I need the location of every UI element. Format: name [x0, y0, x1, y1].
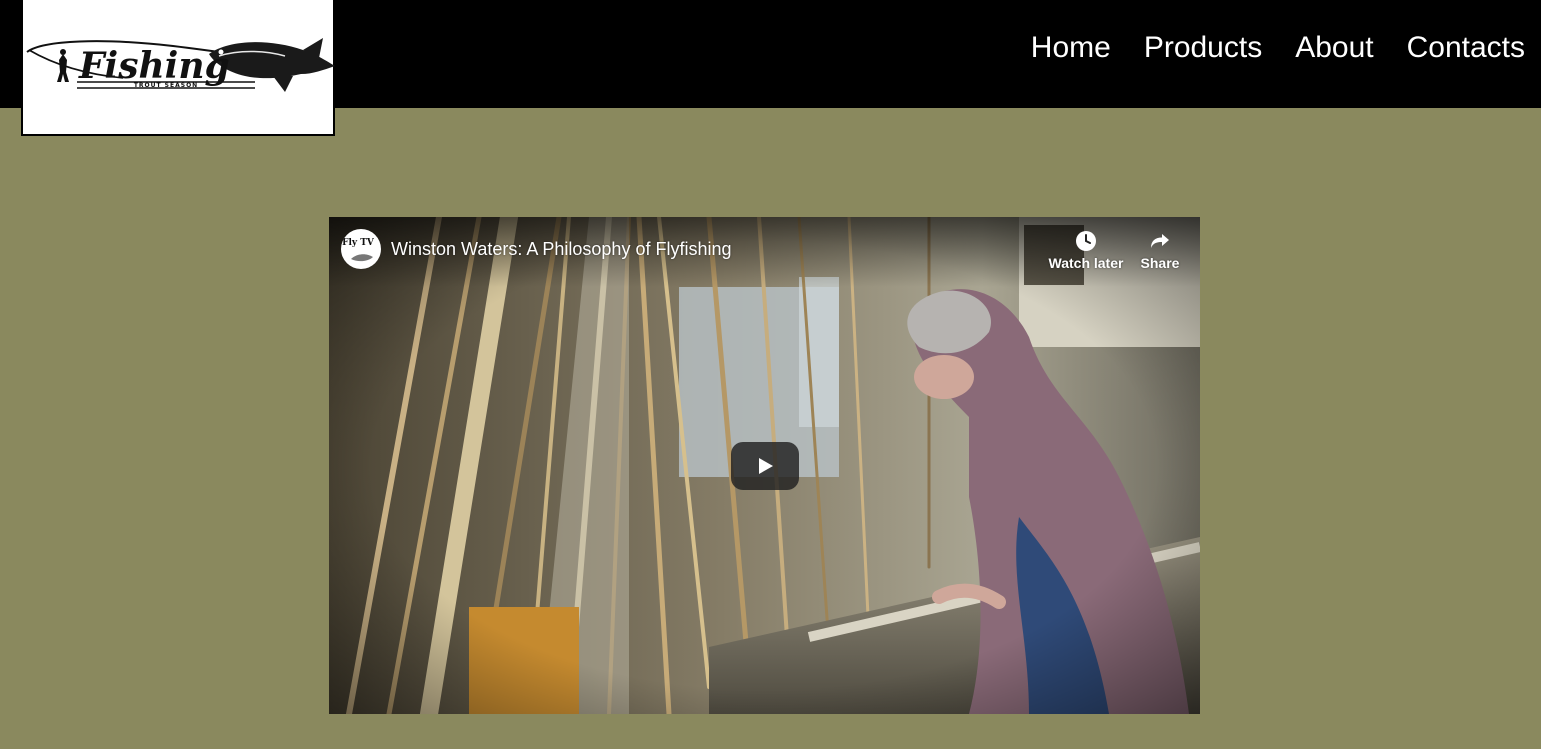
nav-about-link[interactable]: About: [1295, 26, 1373, 70]
fly-tv-logo-icon: Fly TV: [342, 238, 375, 262]
fishing-logo-graphic: Fishing TROUT SEASON: [26, 38, 335, 92]
share-button[interactable]: Share: [1120, 229, 1200, 271]
nav-products-link[interactable]: Products: [1144, 26, 1262, 70]
main-nav: Home Products About Contacts: [998, 26, 1525, 70]
channel-avatar-text: Fly TV: [342, 238, 375, 248]
share-arrow-icon: [1151, 234, 1169, 248]
share-label: Share: [1140, 255, 1180, 271]
play-button[interactable]: [731, 442, 799, 490]
channel-avatar[interactable]: Fly TV: [341, 229, 381, 269]
watch-later-button[interactable]: Watch later: [1046, 229, 1126, 271]
embedded-video-player[interactable]: Fly TV Winston Waters: A Philosophy of F…: [329, 217, 1200, 714]
nav-contacts-link[interactable]: Contacts: [1407, 26, 1525, 70]
page: Home Products About Contacts Fishing TRO…: [0, 0, 1541, 749]
clock-icon: [1076, 231, 1096, 251]
play-icon: [759, 458, 773, 474]
nav-home-link[interactable]: Home: [1031, 26, 1111, 70]
video-title[interactable]: Winston Waters: A Philosophy of Flyfishi…: [391, 238, 731, 260]
site-logo[interactable]: Fishing TROUT SEASON: [21, 0, 335, 136]
logo-subtext: TROUT SEASON: [134, 82, 198, 89]
watch-later-label: Watch later: [1048, 255, 1124, 271]
logo-wordmark: Fishing: [78, 45, 230, 87]
